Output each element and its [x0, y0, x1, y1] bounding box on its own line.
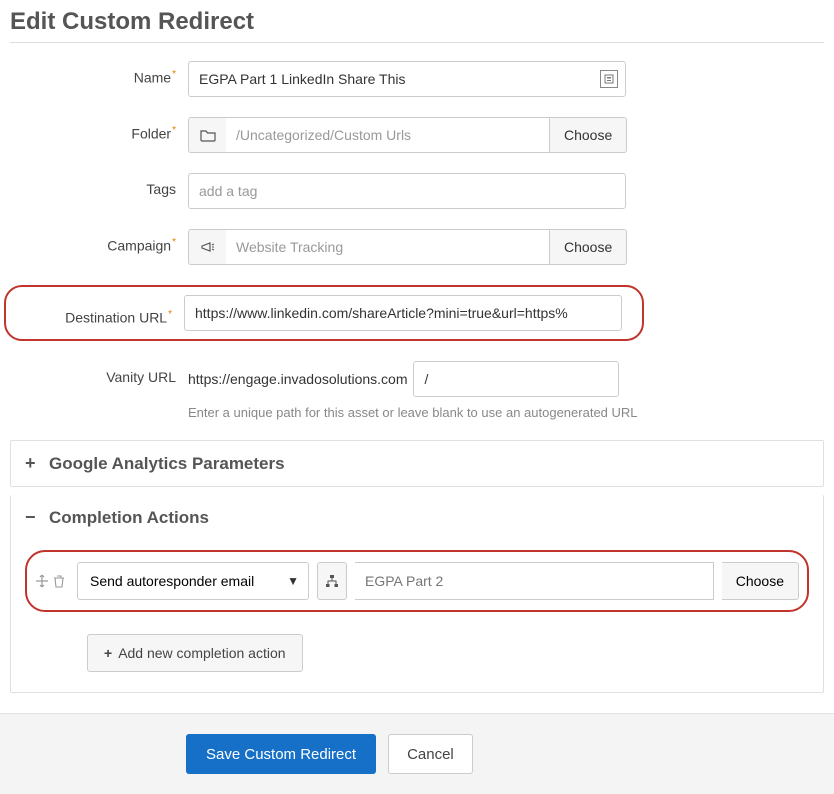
row-destination: Destination URL*: [10, 285, 824, 341]
completion-target-input[interactable]: [355, 562, 714, 600]
section-completion-header[interactable]: − Completion Actions: [11, 495, 823, 540]
campaign-choose-button[interactable]: Choose: [550, 229, 627, 265]
save-button[interactable]: Save Custom Redirect: [186, 734, 376, 774]
row-vanity: Vanity URL https://engage.invadosolution…: [10, 361, 824, 420]
vanity-input[interactable]: [413, 361, 619, 397]
section-ga-params: + Google Analytics Parameters: [10, 440, 824, 487]
destination-input[interactable]: [184, 295, 622, 331]
footer-bar: Save Custom Redirect Cancel: [0, 713, 834, 794]
vanity-prefix: https://engage.invadosolutions.com: [188, 371, 413, 387]
row-name: Name*: [10, 61, 824, 97]
label-campaign: Campaign*: [10, 229, 188, 254]
page-title: Edit Custom Redirect: [10, 8, 824, 36]
add-completion-action-button[interactable]: + Add new completion action: [87, 634, 303, 672]
row-folder: Folder* Choose: [10, 117, 824, 153]
row-tags: Tags: [10, 173, 824, 209]
row-campaign: Campaign* Choose: [10, 229, 824, 265]
completion-choose-button[interactable]: Choose: [722, 562, 799, 600]
section-ga-title: Google Analytics Parameters: [49, 454, 285, 474]
add-completion-label: Add new completion action: [118, 645, 285, 661]
label-vanity: Vanity URL: [10, 361, 188, 385]
folder-input[interactable]: [226, 117, 550, 153]
megaphone-icon: [188, 229, 226, 265]
title-divider: [10, 42, 824, 43]
cancel-button[interactable]: Cancel: [388, 734, 473, 774]
section-ga-header[interactable]: + Google Analytics Parameters: [11, 441, 823, 486]
tags-input[interactable]: [188, 173, 626, 209]
name-input[interactable]: [188, 61, 626, 97]
label-destination: Destination URL*: [12, 301, 184, 326]
minus-icon: −: [25, 507, 39, 528]
sitemap-icon[interactable]: [317, 562, 347, 600]
label-tags: Tags: [10, 173, 188, 197]
move-icon[interactable]: [35, 574, 49, 588]
plus-icon: +: [25, 453, 39, 474]
label-name: Name*: [10, 61, 188, 86]
folder-choose-button[interactable]: Choose: [550, 117, 627, 153]
vanity-hint: Enter a unique path for this asset or le…: [188, 405, 638, 420]
destination-highlight: Destination URL*: [4, 285, 644, 341]
completion-action-select[interactable]: [77, 562, 309, 600]
section-completion: − Completion Actions ▼: [10, 495, 824, 693]
section-completion-title: Completion Actions: [49, 508, 209, 528]
completion-highlight: ▼ Choose: [25, 550, 809, 612]
folder-icon: [188, 117, 226, 153]
campaign-input[interactable]: [226, 229, 550, 265]
trash-icon[interactable]: [53, 574, 65, 588]
plus-icon: +: [104, 645, 112, 661]
completion-row-tools: [35, 574, 69, 588]
label-folder: Folder*: [10, 117, 188, 142]
contact-card-icon[interactable]: [600, 70, 618, 88]
